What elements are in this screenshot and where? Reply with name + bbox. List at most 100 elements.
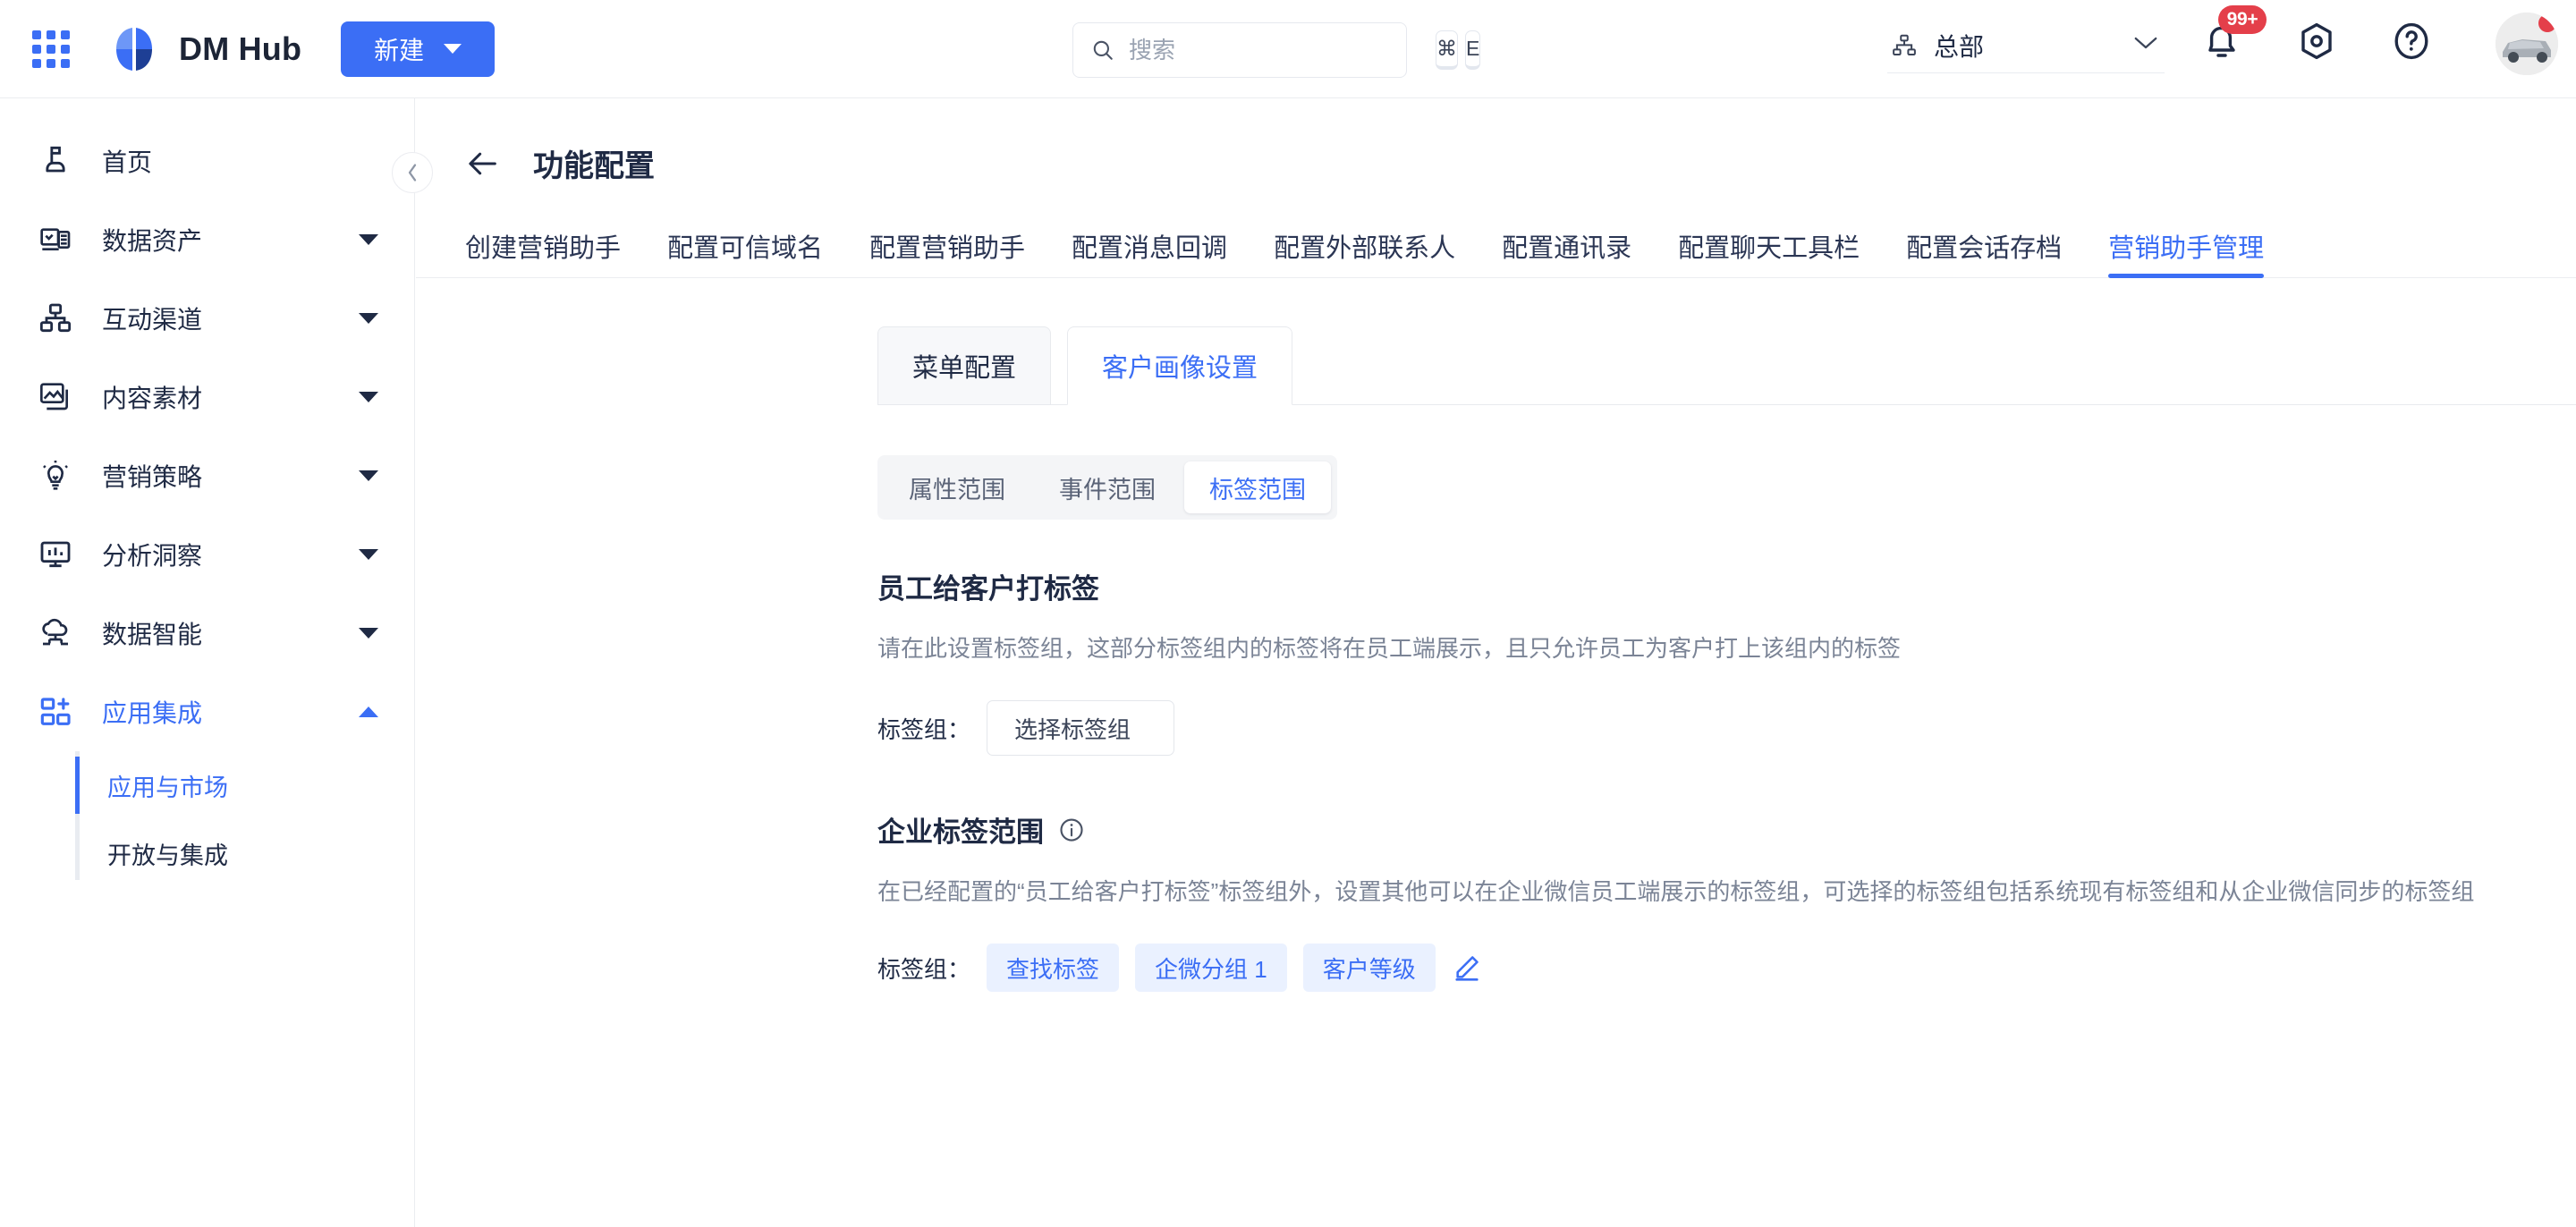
sidebar-item-label: 应用集成 — [102, 699, 203, 727]
tab-configure-trusted-domain[interactable]: 配置可信域名 — [667, 227, 823, 277]
field-row-enterprise-tag-groups: 标签组： 查找标签 企微分组 1 客户等级 — [877, 944, 2576, 992]
info-circle-icon[interactable] — [1058, 817, 1085, 843]
sidebar-item-label: 营销策略 — [102, 463, 203, 491]
sidebar-item-data-assets[interactable]: 数据资产 — [0, 200, 414, 279]
chevron-down-icon[interactable] — [359, 392, 378, 402]
chevron-down-icon[interactable] — [359, 234, 378, 245]
bell-icon[interactable]: 99+ — [2200, 5, 2267, 63]
sidebar-item-label: 首页 — [102, 148, 153, 176]
page-title: 功能配置 — [533, 149, 655, 183]
chevron-up-icon[interactable] — [359, 707, 378, 717]
sidebar-item-channels[interactable]: 互动渠道 — [0, 279, 414, 358]
chevron-left-icon — [408, 164, 417, 182]
sidebar-subitem-label: 应用与市场 — [107, 774, 228, 801]
tag-chip[interactable]: 企微分组 1 — [1135, 944, 1287, 992]
sidebar-item-analytics[interactable]: 分析洞察 — [0, 515, 414, 594]
arrow-left-icon[interactable] — [465, 146, 501, 182]
kbd-cmd-key[interactable]: ⌘ — [1436, 30, 1458, 70]
avatar[interactable] — [2496, 13, 2558, 75]
segment-tab-label: 标签范围 — [1209, 476, 1306, 503]
tab-configure-marketing-assistant[interactable]: 配置营销助手 — [869, 227, 1025, 277]
new-button-label: 新建 — [374, 36, 425, 64]
sidebar-item-home[interactable]: 首页 — [0, 122, 414, 200]
card-tab-customer-profile-settings[interactable]: 客户画像设置 — [1067, 326, 1293, 405]
chevron-down-icon[interactable] — [359, 470, 378, 481]
tag-chip-list: 查找标签 企微分组 1 客户等级 — [987, 944, 1436, 992]
cloud-ai-icon — [36, 614, 75, 653]
tab-label: 创建营销助手 — [465, 234, 622, 263]
chevron-down-icon — [444, 44, 462, 54]
org-label: 总部 — [1934, 32, 1985, 61]
segment-tab-tag-scope[interactable]: 标签范围 — [1184, 461, 1331, 513]
sidebar-item-content[interactable]: 内容素材 — [0, 358, 414, 436]
chevron-down-icon[interactable] — [359, 313, 378, 324]
chevron-down-icon[interactable] — [359, 628, 378, 639]
card-tab-menu-config[interactable]: 菜单配置 — [877, 326, 1052, 405]
tag-group-select-value: 选择标签组 — [1014, 715, 1131, 743]
tag-chip[interactable]: 查找标签 — [987, 944, 1120, 992]
sidebar-item-label: 内容素材 — [102, 385, 203, 412]
tab-label: 配置通讯录 — [1502, 234, 1632, 263]
section-title-employee-tagging: 员工给客户打标签 — [877, 566, 2576, 606]
sidebar-subitem-label: 开放与集成 — [107, 842, 228, 869]
tag-group-select[interactable]: 选择标签组 — [987, 700, 1175, 756]
tab-label: 配置外部联系人 — [1274, 234, 1456, 263]
home-flag-icon — [36, 141, 75, 181]
tab-create-marketing-assistant[interactable]: 创建营销助手 — [465, 227, 621, 277]
sidebar-item-app-integration[interactable]: 应用集成 — [0, 673, 414, 751]
field-label: 标签组： — [877, 715, 971, 743]
analytics-monitor-icon — [36, 535, 75, 574]
field-row-employee-tag-group: 标签组： 选择标签组 — [877, 700, 2576, 756]
tab-marketing-assistant-management[interactable]: 营销助手管理 — [2108, 227, 2265, 278]
sidebar-subitem-open-integration[interactable]: 开放与集成 — [0, 819, 414, 887]
tag-chip[interactable]: 客户等级 — [1302, 944, 1436, 992]
tab-configure-session-archive[interactable]: 配置会话存档 — [1906, 227, 2062, 277]
segment-tab-label: 事件范围 — [1059, 476, 1156, 503]
search-input[interactable] — [1129, 36, 1428, 64]
tab-label: 配置会话存档 — [1906, 234, 2063, 263]
main-content: 功能配置 创建营销助手 配置可信域名 配置营销助手 配置消息回调 配置外部联系人… — [416, 98, 2576, 1227]
app-root: DM Hub 新建 ⌘ E — [0, 0, 2576, 1227]
app-integration-icon — [36, 692, 75, 732]
segment-tab-attribute-scope[interactable]: 属性范围 — [884, 461, 1030, 513]
segment-tabs: 属性范围 事件范围 标签范围 — [877, 455, 1337, 520]
page-nav-tabs: 创建营销助手 配置可信域名 配置营销助手 配置消息回调 配置外部联系人 配置通讯… — [416, 217, 2576, 278]
sidebar-collapse-button[interactable] — [392, 152, 433, 193]
tab-configure-chat-toolbar[interactable]: 配置聊天工具栏 — [1678, 227, 1860, 277]
kbd-e-key[interactable]: E — [1465, 30, 1481, 70]
grid-apps-icon[interactable] — [30, 29, 72, 70]
status-dot — [2538, 14, 2556, 32]
tab-label: 营销助手管理 — [2108, 234, 2265, 263]
chevron-down-icon[interactable] — [359, 549, 378, 560]
sidebar-item-label: 数据资产 — [102, 227, 203, 255]
sidebar-subitem-apps-market[interactable]: 应用与市场 — [0, 751, 414, 819]
page-header: 功能配置 — [416, 98, 2576, 185]
topbar-icon-group: 99+ — [2200, 5, 2433, 63]
org-selector[interactable]: 总部 — [1887, 18, 2165, 73]
sidebar-item-data-intelligence[interactable]: 数据智能 — [0, 594, 414, 673]
field-label: 标签组： — [877, 955, 971, 983]
tab-label: 配置聊天工具栏 — [1678, 234, 1860, 263]
question-circle-icon[interactable] — [2390, 20, 2433, 63]
sidebar: 首页 数据资产 互动渠道 内容素材 营销策略 分析洞察 数据智能 应用集成 应用… — [0, 98, 415, 1227]
search-box[interactable]: ⌘ E — [1072, 22, 1481, 78]
notification-badge: 99+ — [2218, 5, 2267, 34]
section-title-enterprise-tag-scope: 企业标签范围 — [877, 809, 2576, 850]
card-tabs: 菜单配置 客户画像设置 — [416, 326, 2576, 405]
tab-configure-address-book[interactable]: 配置通讯录 — [1502, 227, 1631, 277]
gear-hex-icon[interactable] — [2295, 20, 2338, 63]
new-button[interactable]: 新建 — [341, 21, 496, 77]
channels-icon — [36, 299, 75, 338]
pencil-edit-icon[interactable] — [1452, 952, 1482, 983]
segment-tab-event-scope[interactable]: 事件范围 — [1034, 461, 1181, 513]
tab-configure-message-callback[interactable]: 配置消息回调 — [1072, 227, 1227, 277]
tab-configure-external-contacts[interactable]: 配置外部联系人 — [1274, 227, 1455, 277]
sidebar-item-marketing-strategy[interactable]: 营销策略 — [0, 436, 414, 515]
section-title-text: 企业标签范围 — [877, 817, 1044, 848]
bulb-icon — [36, 456, 75, 495]
sidebar-subnav: 应用与市场 开放与集成 — [0, 751, 414, 887]
content-image-icon — [36, 377, 75, 417]
org-tree-icon — [1891, 32, 1918, 59]
section-desc-employee-tagging: 请在此设置标签组，这部分标签组内的标签将在员工端展示，且只允许员工为客户打上该组… — [877, 635, 1902, 662]
data-assets-icon — [36, 220, 75, 259]
